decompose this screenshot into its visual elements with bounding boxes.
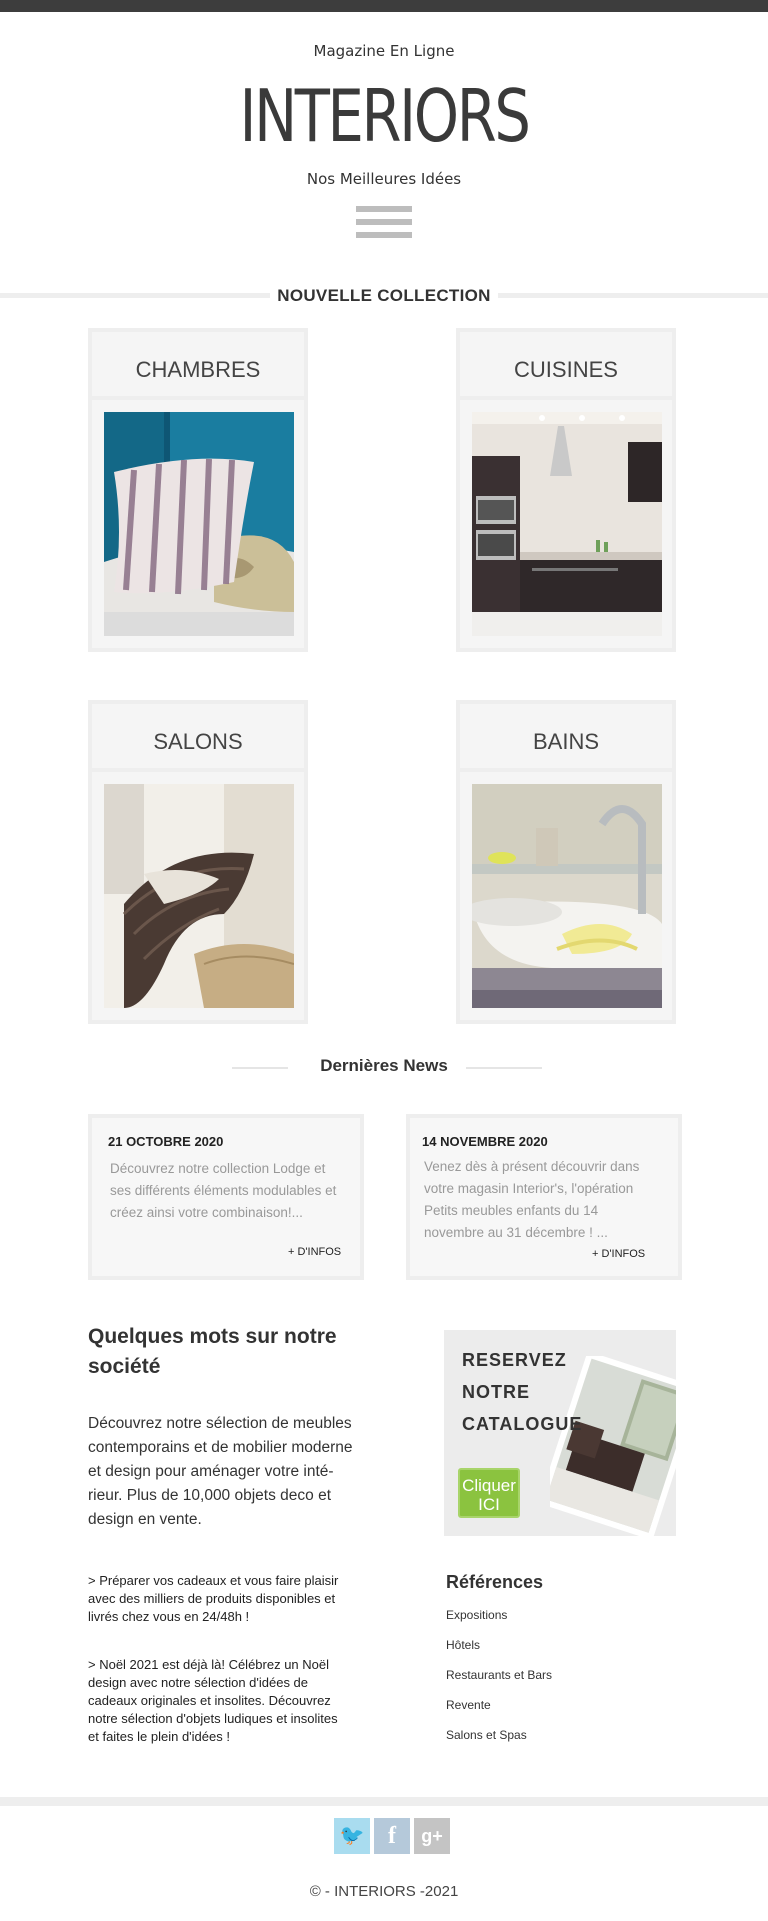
copyright-text: © - INTERIORS -2021 <box>309 1883 459 1900</box>
references-title: Références <box>446 1572 544 1592</box>
reference-link-restaurants[interactable]: Restaurants et Bars <box>446 1668 552 1682</box>
reference-link-spas[interactable]: Salons et Spas <box>446 1728 527 1742</box>
about-bullet-1: > Préparer vos cadeaux et vous faire pla… <box>88 1573 339 1624</box>
google-plus-icon[interactable]: g+ <box>414 1818 450 1854</box>
catalog-banner[interactable]: RESERVEZ NOTRE CATALOGUE Cliquer ICI <box>444 1330 676 1536</box>
news-body: Découvrez notre collection Lodge et ses … <box>110 1161 337 1220</box>
facebook-icon[interactable]: f <box>374 1818 410 1854</box>
card-title: CUISINES <box>460 332 672 400</box>
card-photo-cuisines <box>472 412 662 636</box>
catalog-line-3: CATALOGUE <box>462 1414 583 1434</box>
top-bar <box>0 0 768 12</box>
card-title: SALONS <box>92 704 304 772</box>
news-date: 21 OCTOBRE 2020 <box>108 1134 224 1149</box>
card-photo-bains <box>472 784 662 1008</box>
card-salons[interactable]: SALONS <box>88 700 308 1024</box>
news-card-1: 21 OCTOBRE 2020 Découvrez notre collecti… <box>88 1114 364 1280</box>
menu-icon[interactable] <box>356 206 412 246</box>
card-title: BAINS <box>460 704 672 772</box>
reference-link-hotels[interactable]: Hôtels <box>446 1638 480 1652</box>
news-body: Venez dès à présent découvrir dans votre… <box>424 1159 640 1240</box>
tagline-top: Magazine En Ligne <box>313 42 455 60</box>
collection-heading-text: NOUVELLE COLLECTION <box>271 286 497 305</box>
news-more-link[interactable]: + D'INFOS <box>288 1246 341 1258</box>
reference-link-revente[interactable]: Revente <box>446 1698 491 1712</box>
card-photo-chambres <box>104 412 294 636</box>
news-heading: Dernières News <box>0 1056 768 1078</box>
catalog-photo <box>538 1351 676 1536</box>
card-title: CHAMBRES <box>92 332 304 400</box>
about-bullet-2: > Noël 2021 est déjà là! Célébrez un Noë… <box>88 1657 338 1744</box>
twitter-icon[interactable]: 🐦 <box>334 1818 370 1854</box>
collection-heading: NOUVELLE COLLECTION <box>0 286 768 305</box>
site-logo[interactable]: INTERIORS <box>77 72 691 160</box>
news-more-link[interactable]: + D'INFOS <box>592 1248 645 1260</box>
card-cuisines[interactable]: CUISINES <box>456 328 676 652</box>
reference-link-expositions[interactable]: Expositions <box>446 1608 507 1622</box>
card-chambres[interactable]: CHAMBRES <box>88 328 308 652</box>
tagline-bottom: Nos Meilleures Idées <box>306 170 462 188</box>
card-photo-salons <box>104 784 294 1008</box>
card-bains[interactable]: BAINS <box>456 700 676 1024</box>
catalog-click-button[interactable]: Cliquer ICI <box>458 1468 520 1518</box>
catalog-line-1: RESERVEZ <box>462 1350 567 1370</box>
news-card-2: 14 NOVEMBRE 2020 Venez dès à présent déc… <box>406 1114 682 1280</box>
footer-separator <box>0 1797 768 1806</box>
catalog-line-2: NOTRE <box>462 1382 530 1402</box>
about-title: Quelques mots sur notre société <box>88 1325 337 1378</box>
news-date: 14 NOVEMBRE 2020 <box>422 1134 548 1149</box>
about-text: Découvrez notre sélection de meubles con… <box>88 1415 353 1528</box>
news-heading-text: Dernières News <box>320 1056 448 1075</box>
